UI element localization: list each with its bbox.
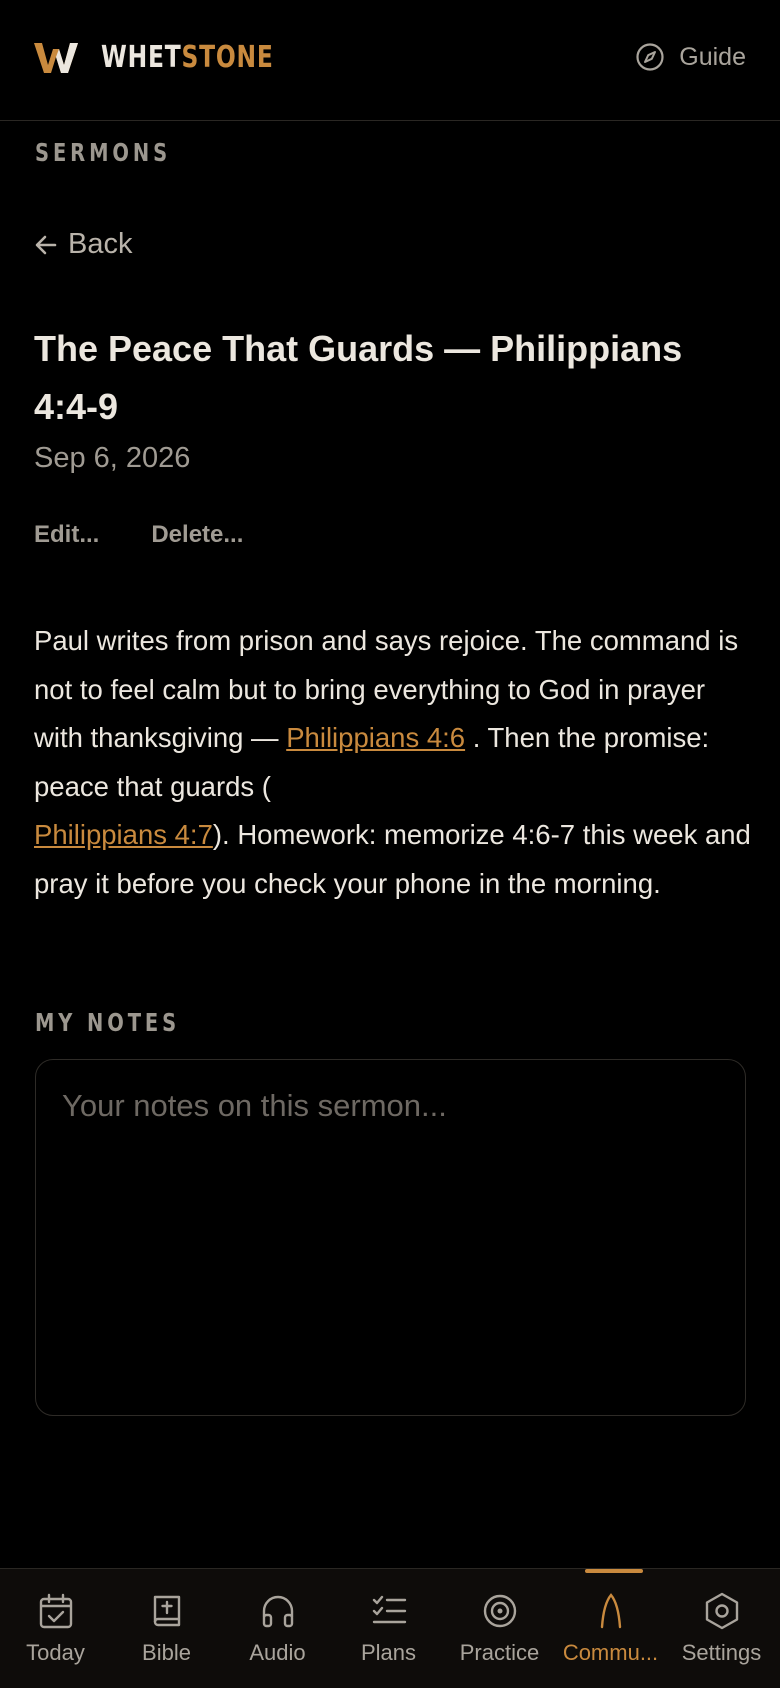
notes-container: [35, 1059, 746, 1416]
scripture-link-philippians-4-6[interactable]: Philippians 4:6: [286, 722, 465, 753]
arch-icon: [600, 1593, 621, 1629]
notes-textarea[interactable]: [36, 1060, 745, 1415]
sermon-detail-screen: WHETSTONE Guide SERMONS Back The Peace T…: [0, 0, 780, 1688]
tab-today-label: Today: [26, 1640, 85, 1665]
target-icon: [483, 1594, 516, 1628]
calendar-check-icon: [39, 1593, 72, 1629]
back-button[interactable]: Back: [34, 228, 132, 261]
tab-bible-label: Bible: [142, 1640, 191, 1665]
sermon-title: The Peace That Guards — Philippians 4:4-…: [34, 328, 683, 427]
brand-part1: WHET: [101, 40, 182, 75]
scripture-link-philippians-4-7[interactable]: Philippians 4:7: [34, 819, 213, 850]
tab-community[interactable]: Commu...: [555, 1569, 666, 1688]
tab-practice-label: Practice: [459, 1640, 540, 1665]
bible-icon: [153, 1595, 180, 1627]
hexagon-settings-icon: [705, 1592, 738, 1630]
whetstone-logo-icon: [34, 43, 78, 73]
section-label-my-notes: MY NOTES: [35, 1008, 181, 1037]
tab-today[interactable]: Today: [0, 1569, 111, 1688]
tab-settings-label: Settings: [681, 1640, 762, 1665]
tab-practice[interactable]: Practice: [444, 1569, 555, 1688]
tab-settings[interactable]: Settings: [666, 1569, 777, 1688]
brand-part2: STONE: [181, 40, 274, 75]
tab-bible[interactable]: Bible: [111, 1569, 222, 1688]
sermon-actions: Edit... Delete...: [34, 521, 243, 549]
app-header: WHETSTONE Guide: [0, 0, 780, 121]
compass-icon: [636, 43, 664, 71]
sermon-body: Paul writes from prison and says rejoice…: [34, 617, 756, 908]
brand-wordmark: WHETSTONE: [101, 40, 274, 75]
tab-audio-label: Audio: [249, 1640, 306, 1665]
tab-audio[interactable]: Audio: [222, 1569, 333, 1688]
bottom-tab-bar: Today Bible Audio Plans Practice Commu..…: [0, 1568, 780, 1688]
headphones-icon: [262, 1595, 293, 1628]
back-label: Back: [68, 228, 133, 260]
checklist-icon: [372, 1595, 406, 1624]
sermon-date: Sep 6, 2026: [34, 442, 191, 474]
tab-community-label: Commu...: [562, 1640, 659, 1665]
guide-button[interactable]: Guide: [635, 40, 746, 74]
tab-plans-label: Plans: [360, 1640, 417, 1665]
section-label-sermons: SERMONS: [35, 138, 172, 167]
arrow-left-icon: [35, 235, 57, 254]
guide-label: Guide: [679, 42, 746, 71]
edit-button[interactable]: Edit...: [34, 521, 99, 549]
tab-plans[interactable]: Plans: [333, 1569, 444, 1688]
delete-button[interactable]: Delete...: [151, 521, 243, 549]
